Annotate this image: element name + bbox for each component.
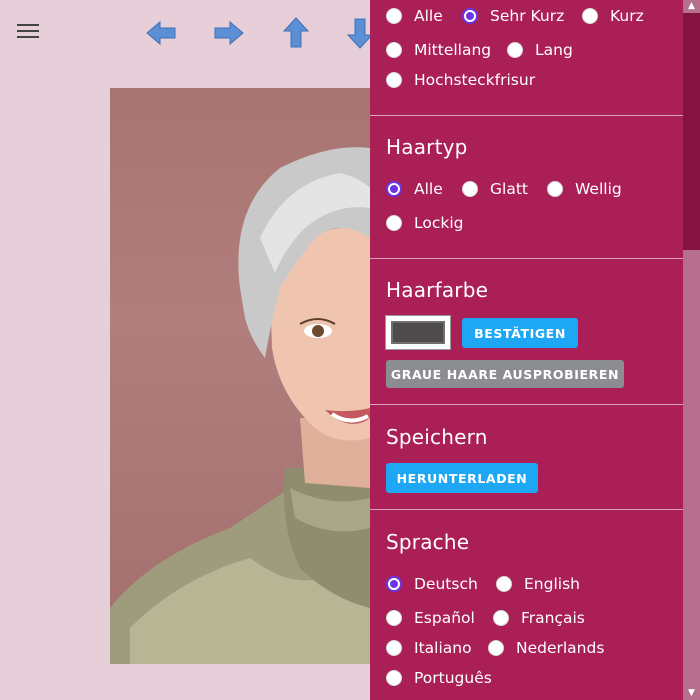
radio-label: Italiano bbox=[414, 639, 472, 657]
radio-type-glatt[interactable]: Glatt bbox=[462, 180, 528, 198]
download-button[interactable]: HERUNTERLADEN bbox=[386, 463, 538, 493]
radio-circle bbox=[462, 181, 478, 197]
scroll-down-icon[interactable]: ▼ bbox=[683, 687, 700, 700]
radio-label: Sehr Kurz bbox=[490, 7, 565, 25]
radio-lang-francais[interactable]: Français bbox=[493, 609, 585, 627]
radio-circle bbox=[386, 42, 402, 58]
radio-circle bbox=[386, 215, 402, 231]
hair-color-swatch[interactable] bbox=[385, 315, 451, 350]
radio-circle bbox=[462, 8, 478, 24]
radio-circle bbox=[493, 610, 509, 626]
confirm-button[interactable]: BESTÄTIGEN bbox=[462, 318, 578, 348]
divider bbox=[370, 258, 683, 259]
radio-type-wellig[interactable]: Wellig bbox=[547, 180, 622, 198]
radio-circle bbox=[386, 670, 402, 686]
radio-circle bbox=[488, 640, 504, 656]
panel-scrollbar[interactable]: ▲ ▼ bbox=[683, 0, 700, 700]
radio-label: English bbox=[524, 575, 580, 593]
radio-length-alle[interactable]: Alle bbox=[386, 7, 443, 25]
radio-circle bbox=[386, 181, 402, 197]
radio-length-hochsteckfrisur[interactable]: Hochsteckfrisur bbox=[386, 71, 535, 89]
radio-length-sehr-kurz[interactable]: Sehr Kurz bbox=[462, 7, 564, 25]
radio-label: Português bbox=[414, 669, 492, 687]
radio-circle bbox=[386, 72, 402, 88]
radio-circle bbox=[582, 8, 598, 24]
radio-label: Español bbox=[414, 609, 475, 627]
settings-panel: Alle Sehr Kurz Kurz Mittellang Lang Hoch… bbox=[370, 0, 683, 700]
radio-label: Mittellang bbox=[414, 41, 492, 59]
radio-label: Wellig bbox=[575, 180, 622, 198]
hair-color-title: Haarfarbe bbox=[386, 278, 489, 302]
radio-label: Alle bbox=[414, 180, 443, 198]
radio-lang-english[interactable]: English bbox=[496, 575, 580, 593]
arrow-left-icon[interactable] bbox=[144, 16, 178, 50]
swatch-inner bbox=[391, 321, 445, 344]
radio-lang-italiano[interactable]: Italiano bbox=[386, 639, 472, 657]
radio-type-alle[interactable]: Alle bbox=[386, 180, 443, 198]
menu-icon[interactable] bbox=[17, 24, 39, 40]
divider bbox=[370, 115, 683, 116]
arrow-up-icon[interactable] bbox=[279, 16, 313, 50]
radio-label: Lockig bbox=[414, 214, 464, 232]
radio-type-lockig[interactable]: Lockig bbox=[386, 214, 464, 232]
portrait-photo bbox=[110, 88, 370, 664]
divider bbox=[370, 404, 683, 405]
radio-label: Français bbox=[521, 609, 585, 627]
radio-lang-nederlands[interactable]: Nederlands bbox=[488, 639, 604, 657]
radio-circle bbox=[386, 610, 402, 626]
radio-circle bbox=[507, 42, 523, 58]
radio-label: Hochsteckfrisur bbox=[414, 71, 536, 89]
radio-circle bbox=[386, 640, 402, 656]
radio-length-mittellang[interactable]: Mittellang bbox=[386, 41, 491, 59]
radio-length-kurz[interactable]: Kurz bbox=[582, 7, 644, 25]
radio-lang-portugues[interactable]: Português bbox=[386, 669, 492, 687]
save-title: Speichern bbox=[386, 425, 488, 449]
radio-lang-espanol[interactable]: Español bbox=[386, 609, 475, 627]
radio-lang-deutsch[interactable]: Deutsch bbox=[386, 575, 478, 593]
scroll-up-icon[interactable]: ▲ bbox=[683, 0, 700, 13]
radio-circle bbox=[386, 8, 402, 24]
radio-circle bbox=[547, 181, 563, 197]
radio-label: Glatt bbox=[490, 180, 528, 198]
radio-circle bbox=[496, 576, 512, 592]
radio-label: Deutsch bbox=[414, 575, 478, 593]
radio-length-lang[interactable]: Lang bbox=[507, 41, 573, 59]
try-gray-hair-button[interactable]: GRAUE HAARE AUSPROBIEREN bbox=[386, 360, 624, 388]
radio-label: Kurz bbox=[610, 7, 644, 25]
language-title: Sprache bbox=[386, 530, 470, 554]
arrow-right-icon[interactable] bbox=[212, 16, 246, 50]
scroll-thumb[interactable] bbox=[683, 13, 700, 250]
divider bbox=[370, 509, 683, 510]
hair-type-title: Haartyp bbox=[386, 135, 468, 159]
radio-label: Lang bbox=[535, 41, 573, 59]
radio-label: Alle bbox=[414, 7, 443, 25]
radio-circle bbox=[386, 576, 402, 592]
radio-label: Nederlands bbox=[516, 639, 605, 657]
